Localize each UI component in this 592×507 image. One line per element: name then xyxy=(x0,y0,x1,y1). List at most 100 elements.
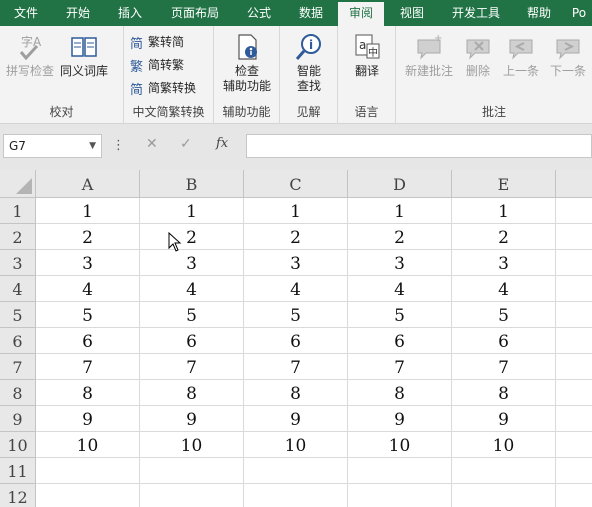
column-header-E[interactable]: E xyxy=(452,170,556,198)
cell[interactable]: 9 xyxy=(452,406,556,432)
tab-6[interactable]: 审阅 xyxy=(338,2,384,26)
cell[interactable] xyxy=(36,484,140,507)
cell[interactable]: 5 xyxy=(452,302,556,328)
cell[interactable]: 4 xyxy=(452,276,556,302)
tab-5[interactable]: 数据 xyxy=(284,0,338,26)
tab-4[interactable]: 公式 xyxy=(234,0,284,26)
cell[interactable]: 4 xyxy=(244,276,348,302)
cell[interactable] xyxy=(556,250,592,276)
previous-comment-button[interactable]: 上一条 xyxy=(498,32,544,79)
column-header-overflow[interactable] xyxy=(556,170,592,198)
column-header-B[interactable]: B xyxy=(140,170,244,198)
cell[interactable]: 1 xyxy=(348,198,452,224)
cell[interactable]: 2 xyxy=(244,224,348,250)
column-header-C[interactable]: C xyxy=(244,170,348,198)
cell[interactable]: 3 xyxy=(140,250,244,276)
cell[interactable]: 9 xyxy=(36,406,140,432)
cell[interactable]: 9 xyxy=(348,406,452,432)
cell[interactable]: 7 xyxy=(244,354,348,380)
tab-10[interactable]: Po xyxy=(566,0,592,26)
tab-0[interactable]: 文件 xyxy=(0,0,52,26)
cell[interactable]: 10 xyxy=(452,432,556,458)
spell-check-button[interactable]: 字A 拼写检查 xyxy=(4,32,56,79)
thesaurus-button[interactable]: 同义词库 xyxy=(58,32,110,79)
cell[interactable] xyxy=(556,354,592,380)
cell[interactable] xyxy=(348,458,452,484)
smart-lookup-button[interactable]: i 智能 查找 xyxy=(285,32,333,94)
enter-icon[interactable]: ✓ xyxy=(180,136,192,152)
cell[interactable]: 7 xyxy=(348,354,452,380)
row-header[interactable]: 4 xyxy=(0,276,36,302)
cell[interactable] xyxy=(556,484,592,507)
cell[interactable]: 6 xyxy=(348,328,452,354)
cell[interactable] xyxy=(556,198,592,224)
cell[interactable]: 10 xyxy=(348,432,452,458)
cell[interactable]: 4 xyxy=(36,276,140,302)
cell[interactable] xyxy=(140,458,244,484)
column-header-A[interactable]: A xyxy=(36,170,140,198)
column-header-D[interactable]: D xyxy=(348,170,452,198)
chevron-down-icon[interactable]: ▼ xyxy=(89,135,96,157)
check-accessibility-button[interactable]: 检查 辅助功能 xyxy=(219,32,275,94)
cell[interactable]: 2 xyxy=(36,224,140,250)
tab-8[interactable]: 开发工具 xyxy=(440,0,512,26)
row-header[interactable]: 3 xyxy=(0,250,36,276)
cell[interactable] xyxy=(36,458,140,484)
insert-function-button[interactable]: fx xyxy=(216,136,228,151)
cell[interactable] xyxy=(244,484,348,507)
cell[interactable]: 1 xyxy=(452,198,556,224)
cell[interactable]: 8 xyxy=(244,380,348,406)
cell[interactable] xyxy=(556,380,592,406)
tab-3[interactable]: 页面布局 xyxy=(156,0,234,26)
cell[interactable]: 3 xyxy=(244,250,348,276)
row-header[interactable]: 5 xyxy=(0,302,36,328)
cell[interactable]: 1 xyxy=(140,198,244,224)
more-options-icon[interactable]: ⋮ xyxy=(112,138,125,153)
cell[interactable]: 4 xyxy=(348,276,452,302)
cell[interactable]: 4 xyxy=(140,276,244,302)
cell[interactable]: 7 xyxy=(452,354,556,380)
cell[interactable] xyxy=(556,458,592,484)
formula-input[interactable] xyxy=(246,134,592,158)
tab-2[interactable]: 插入 xyxy=(104,0,156,26)
cell[interactable] xyxy=(556,406,592,432)
row-header[interactable]: 8 xyxy=(0,380,36,406)
cell[interactable]: 5 xyxy=(36,302,140,328)
cell[interactable]: 9 xyxy=(140,406,244,432)
row-header[interactable]: 12 xyxy=(0,484,36,507)
translate-button[interactable]: a 中 翻译 xyxy=(343,32,391,79)
cell[interactable] xyxy=(140,484,244,507)
cell[interactable]: 5 xyxy=(140,302,244,328)
next-comment-button[interactable]: 下一条 xyxy=(546,32,590,79)
cell[interactable]: 2 xyxy=(452,224,556,250)
cell[interactable]: 8 xyxy=(36,380,140,406)
cell[interactable]: 5 xyxy=(244,302,348,328)
cell[interactable]: 10 xyxy=(140,432,244,458)
new-comment-button[interactable]: + 新建批注 xyxy=(400,32,458,79)
select-all-button[interactable] xyxy=(0,170,36,198)
tab-1[interactable]: 开始 xyxy=(52,0,104,26)
cell[interactable]: 10 xyxy=(36,432,140,458)
cell[interactable] xyxy=(556,276,592,302)
delete-comment-button[interactable]: 删除 xyxy=(460,32,496,79)
cell[interactable]: 2 xyxy=(140,224,244,250)
cell[interactable]: 8 xyxy=(452,380,556,406)
cell[interactable]: 3 xyxy=(452,250,556,276)
cell[interactable]: 6 xyxy=(244,328,348,354)
row-header[interactable]: 10 xyxy=(0,432,36,458)
cell[interactable]: 7 xyxy=(140,354,244,380)
cell[interactable]: 7 xyxy=(36,354,140,380)
name-box[interactable]: G7 ▼ xyxy=(3,134,102,158)
cell[interactable] xyxy=(452,458,556,484)
cell[interactable]: 3 xyxy=(36,250,140,276)
cell[interactable]: 9 xyxy=(244,406,348,432)
row-header[interactable]: 11 xyxy=(0,458,36,484)
cell[interactable]: 6 xyxy=(140,328,244,354)
cell[interactable] xyxy=(244,458,348,484)
to-traditional-button[interactable]: 繁简转繁 xyxy=(130,55,184,75)
convert-button[interactable]: 简简繁转换 xyxy=(130,78,196,98)
cell[interactable]: 5 xyxy=(348,302,452,328)
to-simplified-button[interactable]: 简繁转简 xyxy=(130,32,184,52)
row-header[interactable]: 1 xyxy=(0,198,36,224)
cell[interactable]: 6 xyxy=(36,328,140,354)
